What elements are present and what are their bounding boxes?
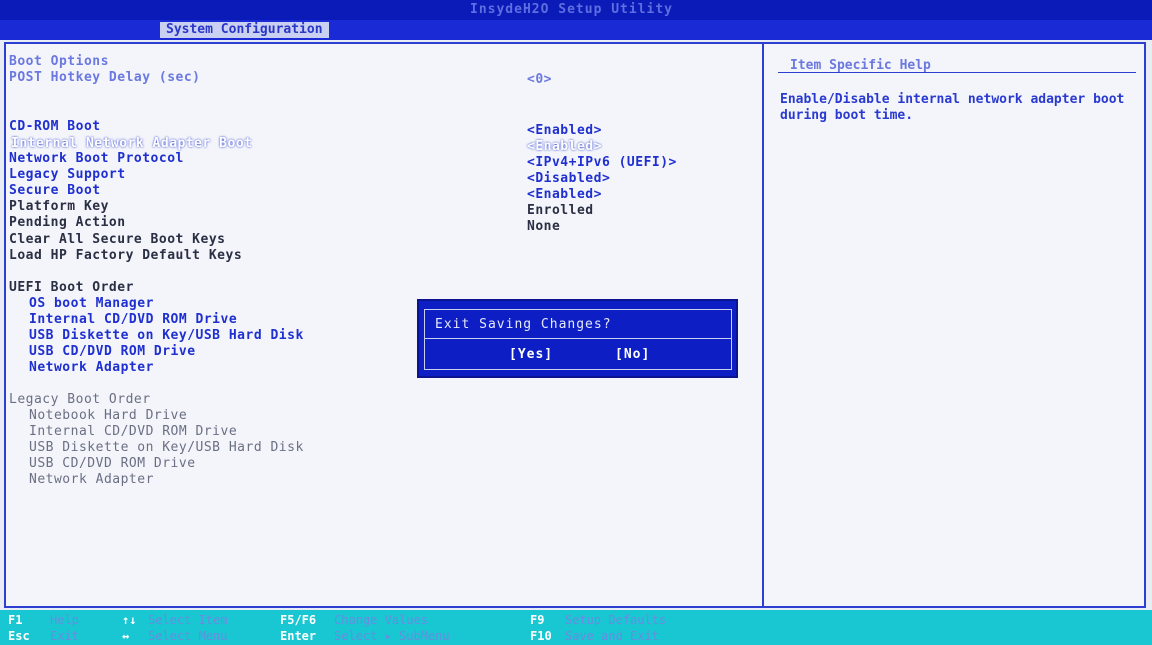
help-title: Item Specific Help (790, 58, 931, 73)
exit-hint: Exit (50, 629, 79, 643)
post-hotkey-delay-label[interactable]: POST Hotkey Delay (sec) (9, 70, 201, 85)
select-item-hint: Select Item (148, 613, 228, 627)
setup-defaults-hint: Setup Defaults (565, 613, 667, 627)
select-menu-hint: Select Menu (148, 629, 228, 643)
uefi-item-usb-cd-dvd[interactable]: USB CD/DVD ROM Drive (29, 344, 196, 359)
help-hint: Help (50, 613, 79, 627)
uefi-item-os-boot-manager[interactable]: OS boot Manager (29, 296, 154, 311)
f1-key: F1 (8, 613, 23, 627)
exit-dialog: Exit Saving Changes? [Yes] [No] (417, 299, 738, 378)
boot-options-heading: Boot Options (9, 54, 109, 69)
clear-secure-boot-keys[interactable]: Clear All Secure Boot Keys (9, 232, 226, 247)
secure-boot-value[interactable]: <Enabled> (527, 187, 602, 202)
panel-divider (762, 44, 764, 608)
save-exit-hint: Save and Exit (565, 629, 659, 643)
dialog-message: Exit Saving Changes? (435, 317, 612, 332)
legacy-support-label[interactable]: Legacy Support (9, 167, 126, 182)
tab-bar: System Configuration (0, 20, 1152, 40)
enter-key: Enter (280, 629, 317, 643)
network-boot-protocol-value[interactable]: <IPv4+IPv6 (UEFI)> (527, 155, 677, 170)
updown-arrows-icon: ↑↓ (122, 613, 137, 627)
internal-network-adapter-boot-label[interactable]: Internal Network Adapter Boot (11, 136, 252, 151)
tab-system-configuration[interactable]: System Configuration (160, 22, 329, 38)
cdrom-boot-value[interactable]: <Enabled> (527, 123, 602, 138)
uefi-item-usb-diskette[interactable]: USB Diskette on Key/USB Hard Disk (29, 328, 304, 343)
uefi-item-network-adapter[interactable]: Network Adapter (29, 360, 154, 375)
help-text: Enable/Disable internal network adapter … (780, 92, 1125, 123)
app-title: InsydeH2O Setup Utility (470, 2, 674, 17)
yes-button[interactable]: [Yes] (509, 347, 553, 362)
f10-key: F10 (530, 629, 552, 643)
help-divider (778, 72, 1136, 73)
legacy-item-internal-cd-dvd: Internal CD/DVD ROM Drive (29, 424, 238, 439)
esc-key: Esc (8, 629, 30, 643)
pending-action-label: Pending Action (9, 215, 126, 230)
network-boot-protocol-label[interactable]: Network Boot Protocol (9, 151, 184, 166)
leftright-arrows-icon: ↔ (122, 629, 130, 643)
legacy-item-notebook-hdd: Notebook Hard Drive (29, 408, 188, 423)
platform-key-label: Platform Key (9, 199, 109, 214)
uefi-item-internal-cd-dvd[interactable]: Internal CD/DVD ROM Drive (29, 312, 237, 327)
legacy-item-usb-cd-dvd: USB CD/DVD ROM Drive (29, 456, 196, 471)
legacy-item-network-adapter: Network Adapter (29, 472, 154, 487)
cdrom-boot-label[interactable]: CD-ROM Boot (9, 119, 101, 134)
legacy-support-value[interactable]: <Disabled> (527, 171, 610, 186)
legacy-boot-order-heading: Legacy Boot Order (9, 392, 151, 407)
select-submenu-hint: Select ▸ SubMenu (334, 629, 450, 643)
f5-f6-key: F5/F6 (280, 613, 317, 627)
title-bar: InsydeH2O Setup Utility (0, 0, 1152, 20)
dialog-frame: Exit Saving Changes? [Yes] [No] (424, 309, 732, 370)
dialog-separator (425, 338, 731, 339)
uefi-boot-order-heading: UEFI Boot Order (9, 280, 134, 295)
platform-key-value: Enrolled (527, 203, 594, 218)
secure-boot-label[interactable]: Secure Boot (9, 183, 101, 198)
post-hotkey-delay-value[interactable]: <0> (527, 72, 552, 87)
change-values-hint: Change Values (334, 613, 428, 627)
f9-key: F9 (530, 613, 545, 627)
footer-bar: F1 Help ↑↓ Select Item F5/F6 Change Valu… (0, 610, 1152, 645)
no-button[interactable]: [No] (615, 347, 650, 362)
internal-network-adapter-boot-value[interactable]: <Enabled> (527, 139, 602, 154)
legacy-item-usb-diskette: USB Diskette on Key/USB Hard Disk (29, 440, 304, 455)
pending-action-value: None (527, 219, 561, 234)
load-hp-default-keys[interactable]: Load HP Factory Default Keys (9, 248, 242, 263)
